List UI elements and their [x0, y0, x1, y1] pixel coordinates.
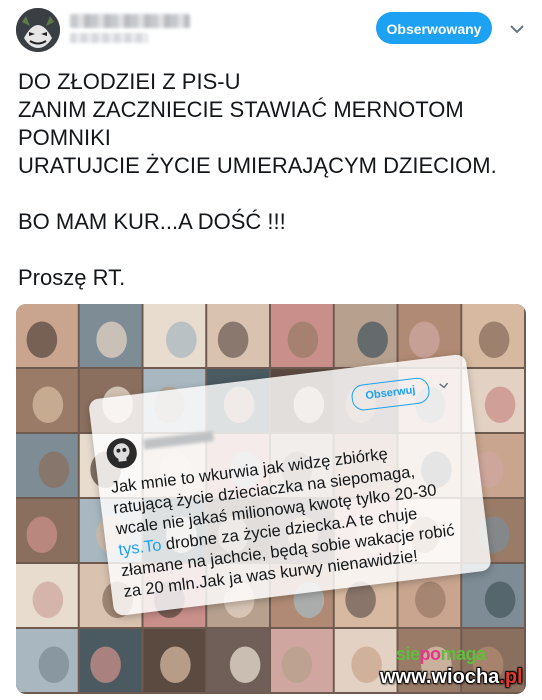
site-watermark: www.wiocha.pl — [380, 666, 530, 692]
mosaic-tile — [143, 629, 206, 692]
mosaic-tile — [16, 434, 78, 497]
mosaic-tile — [271, 304, 333, 367]
embedded-tweet-screenshot: Obserwuj Jak mnie to wkurwia jak widzę z… — [88, 353, 492, 617]
tweet-line: URATUJCIE ŻYCIE UMIERAJĄCYM DZIECIOM. — [18, 153, 497, 178]
mosaic-tile — [271, 629, 333, 692]
tweet-line: Proszę RT. — [18, 265, 126, 290]
tweet-gap — [18, 180, 528, 208]
skull-icon — [105, 436, 139, 471]
tweet-line: DO ZŁODZIEI Z PIS-U — [18, 69, 241, 94]
mosaic-tile — [16, 369, 78, 432]
mosaic-tile — [207, 629, 269, 692]
embedded-avatar — [105, 436, 139, 471]
tweet-text: DO ZŁODZIEI Z PIS-U ZANIM ZACZNIECIE STA… — [18, 68, 528, 292]
mosaic-tile — [16, 564, 78, 627]
mosaic-tile — [462, 564, 524, 627]
mosaic-tile — [16, 629, 78, 692]
embedded-follow-button: Obserwuj — [350, 376, 431, 412]
tweet-menu-button[interactable] — [506, 18, 528, 40]
handle-blurred — [70, 33, 148, 43]
siepomaga-part: po — [419, 644, 442, 664]
mosaic-tile — [207, 304, 269, 367]
watermark-tld: .pl — [499, 666, 523, 688]
siepomaga-logo: siepomaga — [396, 644, 518, 666]
tweet-gap — [18, 236, 528, 264]
following-button[interactable]: Obserwowany — [376, 12, 492, 44]
mosaic-tile — [334, 304, 397, 367]
siepomaga-part: sie — [396, 644, 420, 664]
mosaic-tile — [79, 629, 142, 692]
avatar[interactable] — [16, 8, 60, 52]
chevron-down-icon — [439, 382, 449, 389]
tweet-line: BO MAM KUR...A DOŚĆ !!! — [18, 209, 286, 234]
embedded-tweet-text: Jak mnie to wkurwia jak widzę zbiórkę ra… — [110, 434, 483, 603]
siepomaga-part: maga — [440, 644, 487, 664]
username-blurred[interactable] — [70, 14, 190, 28]
tweet-line: ZANIM ZACZNIECIE STAWIAĆ MERNOTOM — [18, 97, 464, 122]
mosaic-tile — [16, 499, 78, 562]
mosaic-tile — [79, 304, 142, 367]
avatar-icon — [16, 8, 60, 52]
embedded-username-blurred — [143, 431, 214, 450]
mosaic-tile — [143, 304, 206, 367]
tweet-line: POMNIKI — [18, 125, 111, 150]
mosaic-tile — [462, 304, 524, 367]
watermark-main: www.wiocha — [380, 666, 500, 688]
chevron-down-icon — [510, 25, 524, 34]
mosaic-tile — [16, 304, 78, 367]
